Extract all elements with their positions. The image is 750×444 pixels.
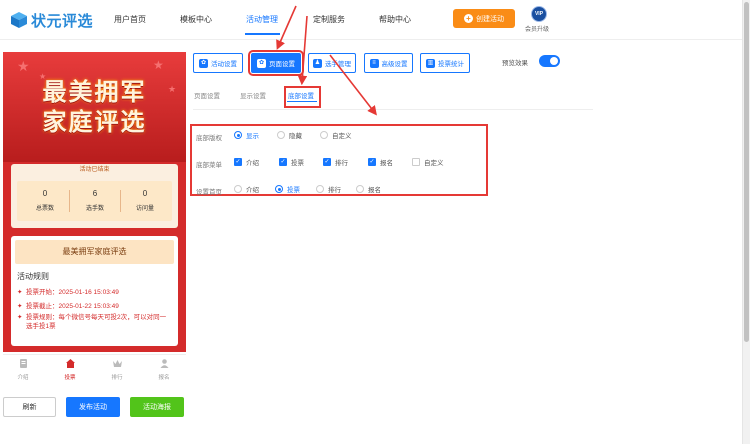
radio — [320, 131, 328, 139]
stats-card: 活动已结束 0 总票数 6 选手数 0 访问量 — [11, 164, 178, 228]
logo-text: 状元评选 — [31, 12, 94, 30]
menu-check-vote[interactable]: ✓ 投票 — [279, 157, 304, 167]
tab-vote[interactable]: 投票 — [55, 358, 85, 381]
tool-advanced-settings[interactable]: ≡ 高级设置 — [364, 53, 413, 73]
subtab-page-settings[interactable]: 页面设置 — [194, 90, 220, 100]
tab-signup[interactable]: 报名 — [149, 358, 179, 381]
footer-settings-panel: 底部版权 显示 隐藏 自定义 底部菜单 ✓ 介绍 ✓ 投票 ✓ 排行 ✓ 报名 … — [190, 124, 488, 196]
rule-item: ✦ 投票截止：2025-01-22 15:03:49 — [17, 303, 119, 310]
activity-status: 活动已结束 — [79, 167, 110, 173]
document-icon — [19, 359, 27, 368]
homepage-option-ranking[interactable]: 排行 — [316, 184, 341, 194]
star-decoration-icon: ★ — [153, 58, 164, 72]
refresh-button[interactable]: 刷新 — [3, 397, 56, 417]
subtab-divider — [193, 109, 593, 110]
subtab-display-settings[interactable]: 显示设置 — [240, 90, 266, 100]
footer-menu-label: 底部菜单 — [196, 162, 222, 169]
stat-contestants: 6 选手数 — [85, 189, 104, 212]
radio — [356, 185, 364, 193]
top-header: 状元评选 用户首页 模板中心 活动管理 定制服务 帮助中心 + 创建活动 VIP… — [0, 0, 742, 40]
menu-check-signup[interactable]: ✓ 报名 — [368, 157, 393, 167]
settings-icon: ✿ — [257, 58, 266, 68]
copyright-option-show[interactable]: 显示 — [234, 130, 259, 140]
nav-activity-management[interactable]: 活动管理 — [246, 14, 278, 25]
create-activity-label: 创建活动 — [476, 15, 504, 23]
tool-contestant-management[interactable]: ♟ 选手管理 — [308, 53, 356, 73]
page-scrollbar[interactable] — [742, 0, 750, 444]
checkbox — [412, 158, 420, 166]
vip-badge-icon[interactable]: VIP — [531, 6, 547, 22]
nav-active-underline — [245, 33, 280, 35]
copyright-label: 底部版权 — [196, 135, 222, 142]
radio — [316, 185, 324, 193]
logo[interactable]: 状元评选 — [10, 9, 93, 31]
stat-divider — [69, 190, 70, 212]
checkbox-checked: ✓ — [279, 158, 287, 166]
nav-custom-service[interactable]: 定制服务 — [313, 14, 345, 25]
homepage-option-vote[interactable]: 投票 — [275, 184, 300, 194]
preview-banner: ★ ★ ★ ★ 最美拥军 家庭评选 — [3, 52, 186, 162]
rules-card: 最美拥军家庭评选 活动规则 ✦ 投票开始：2025-01-16 15:03:49… — [11, 236, 178, 346]
preview-bottom-tabbar: 介绍 投票 排行 报名 — [3, 354, 186, 382]
menu-check-ranking[interactable]: ✓ 排行 — [323, 157, 348, 167]
logo-cube-icon — [11, 12, 27, 28]
vip-upgrade-label[interactable]: 会员升级 — [525, 24, 549, 33]
checkbox-checked: ✓ — [368, 158, 376, 166]
stats-row: 0 总票数 6 选手数 0 访问量 — [17, 181, 172, 221]
radio — [277, 131, 285, 139]
copyright-option-hide[interactable]: 隐藏 — [277, 130, 302, 140]
radio-selected — [275, 185, 283, 193]
tool-vote-statistics[interactable]: ▥ 投票统计 — [420, 53, 470, 73]
tab-ranking[interactable]: 排行 — [102, 358, 132, 381]
preview-toggle[interactable] — [539, 55, 560, 67]
cross-bullet-icon: ✦ — [17, 303, 23, 310]
plus-icon: + — [464, 14, 473, 23]
homepage-option-signup[interactable]: 报名 — [356, 184, 381, 194]
create-activity-button[interactable]: + 创建活动 — [453, 9, 515, 28]
annotation-highlight-box — [284, 86, 321, 108]
activity-poster-button[interactable]: 活动海报 — [130, 397, 184, 417]
tool-page-settings[interactable]: ✿ 页面设置 — [248, 50, 304, 76]
nav-help-center[interactable]: 帮助中心 — [379, 14, 411, 25]
cross-bullet-icon: ✦ — [17, 289, 23, 296]
checkbox-checked: ✓ — [234, 158, 242, 166]
radio — [234, 185, 242, 193]
rules-card-title: 最美拥军家庭评选 — [15, 240, 174, 264]
cross-bullet-icon: ✦ — [17, 314, 23, 321]
bar-chart-icon: ▥ — [426, 58, 435, 68]
checkbox-checked: ✓ — [323, 158, 331, 166]
stat-visits: 0 访问量 — [135, 189, 154, 212]
homepage-label: 设置首页 — [196, 189, 222, 196]
toggle-knob — [550, 57, 558, 65]
banner-title-line2: 家庭评选 — [42, 109, 147, 136]
tool-activity-settings[interactable]: ✿ 活动设置 — [193, 53, 243, 73]
stat-divider — [120, 190, 121, 212]
rule-item: ✦ 投票开始：2025-01-16 15:03:49 — [17, 289, 119, 296]
nav-template-center[interactable]: 模板中心 — [180, 14, 212, 25]
radio-selected — [234, 131, 242, 139]
rules-title: 活动规则 — [17, 272, 49, 281]
scrollbar-thumb[interactable] — [744, 2, 749, 342]
rule-item: ✦ 投票规则：每个微信号每天可投2次，可以对同一选手投1票 — [17, 314, 167, 330]
tab-intro[interactable]: 介绍 — [8, 358, 38, 381]
mobile-preview: ★ ★ ★ ★ 最美拥军 家庭评选 活动已结束 0 总票数 6 选手数 0 访问… — [3, 52, 186, 352]
users-icon: ♟ — [313, 58, 322, 68]
stat-total-votes: 0 总票数 — [35, 189, 54, 212]
copyright-option-custom[interactable]: 自定义 — [320, 130, 352, 140]
homepage-option-intro[interactable]: 介绍 — [234, 184, 259, 194]
preview-toggle-label: 预览效果 — [502, 60, 528, 67]
menu-check-intro[interactable]: ✓ 介绍 — [234, 157, 259, 167]
user-icon — [160, 359, 168, 368]
publish-activity-button[interactable]: 发布活动 — [66, 397, 120, 417]
gear-icon: ✿ — [199, 58, 208, 68]
nav-user-home[interactable]: 用户首页 — [114, 14, 146, 25]
sliders-icon: ≡ — [369, 58, 379, 68]
menu-check-custom[interactable]: 自定义 — [412, 157, 444, 167]
home-icon — [65, 359, 75, 368]
crown-icon — [112, 360, 122, 367]
